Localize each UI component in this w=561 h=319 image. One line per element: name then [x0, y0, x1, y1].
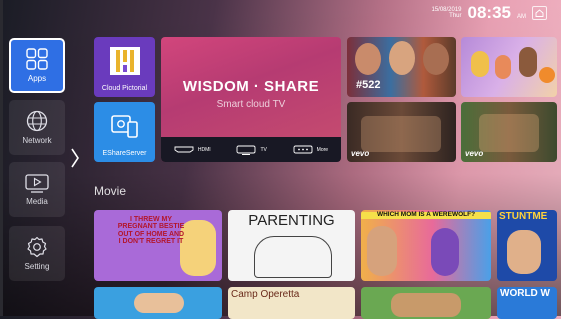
featured-video-thumbnail[interactable]: [461, 37, 557, 97]
source-tv-button[interactable]: TV: [236, 145, 267, 155]
source-label: TV: [260, 146, 267, 153]
sidebar-item-media[interactable]: Media: [9, 162, 65, 217]
vevo-logo: vevo: [351, 149, 370, 158]
thumbnail-character: [495, 55, 511, 79]
sidebar-item-label: Network: [22, 136, 52, 145]
thumbnail-scene: [391, 293, 461, 317]
thumbnail-face: [389, 41, 415, 75]
source-more-button[interactable]: More: [293, 145, 328, 154]
source-label: HDMI: [197, 146, 211, 153]
chevron-right-icon[interactable]: [70, 147, 80, 169]
date-block: 15/08/2019 Thur: [431, 7, 461, 19]
sidebar-item-label: Setting: [24, 262, 50, 271]
movie-tile[interactable]: [361, 287, 491, 319]
home-icon: [535, 8, 544, 17]
thumbnail-character: [431, 228, 459, 276]
clock-time: 08:35: [467, 3, 511, 22]
more-icon: [293, 145, 313, 154]
movie-tile[interactable]: STUNTME: [497, 210, 557, 281]
sidebar-item-apps[interactable]: Apps: [9, 38, 65, 93]
tv-icon: [237, 145, 256, 155]
thumbnail-face: [423, 43, 449, 75]
thumbnail-face: [355, 43, 381, 75]
input-source-bar: HDMI TV More: [161, 137, 341, 162]
home-button[interactable]: [532, 5, 547, 20]
banner-subtitle: Smart cloud TV: [216, 99, 286, 110]
app-tile-label: Cloud Pictorial: [101, 85, 148, 92]
section-title-movie: Movie: [94, 184, 127, 198]
movie-title-text: STUNTME: [499, 211, 548, 222]
gear-icon: [27, 236, 47, 258]
movie-tile[interactable]: Camp Operetta: [228, 287, 355, 319]
thumbnail-person: [367, 226, 397, 276]
banner-title: WISDOM · SHARE: [182, 78, 320, 95]
movie-title-text: I THREW MY PREGNANT BESTIE OUT OF HOME A…: [117, 216, 185, 246]
movie-tile[interactable]: I THREW MY PREGNANT BESTIE OUT OF HOME A…: [94, 210, 222, 281]
movie-tile[interactable]: WHICH MOM IS A WEREWOLF?: [361, 210, 491, 281]
movie-title-text: WORLD W: [500, 288, 550, 299]
thumbnail-character: [519, 47, 537, 77]
thumbnail-character: [471, 51, 489, 77]
app-tile-eshareserver[interactable]: EShareServer: [94, 102, 155, 162]
movie-title-text: WHICH MOM IS A WEREWOLF?: [361, 211, 491, 219]
cloud-pictorial-icon: [110, 47, 140, 75]
featured-video-thumbnail[interactable]: #522: [347, 37, 456, 97]
sidebar-item-network[interactable]: Network: [9, 100, 65, 155]
thumbnail-person: [507, 230, 541, 274]
status-bar: 15/08/2019 Thur 08:35 AM: [431, 4, 547, 21]
movie-title-text: PARENTING: [248, 212, 335, 229]
thumbnail-sketch: [254, 236, 332, 278]
app-tile-label: EShareServer: [102, 150, 147, 157]
thumbnail-crowd: [361, 116, 441, 152]
screen-bezel: [0, 0, 3, 316]
vevo-logo: vevo: [465, 149, 484, 158]
sidebar-item-label: Apps: [27, 74, 47, 83]
movie-tile[interactable]: [94, 287, 222, 319]
source-hdmi-button[interactable]: HDMI: [174, 146, 211, 153]
movie-tile[interactable]: PARENTING: [228, 210, 355, 281]
eshare-icon: [111, 115, 138, 138]
apps-grid-icon: [26, 48, 48, 70]
sidebar-item-label: Media: [26, 197, 48, 206]
movie-tile[interactable]: WORLD W: [497, 287, 557, 319]
sidebar-item-setting[interactable]: Setting: [9, 226, 65, 281]
episode-badge: #522: [356, 79, 381, 91]
app-tile-cloud-pictorial[interactable]: Cloud Pictorial: [94, 37, 155, 97]
source-label: More: [316, 146, 329, 153]
featured-video-thumbnail[interactable]: vevo: [461, 102, 557, 162]
clock-ampm: AM: [517, 14, 526, 20]
day-text: Thur: [449, 12, 462, 19]
hdmi-icon: [174, 146, 194, 153]
media-play-icon: [25, 174, 49, 193]
globe-icon: [26, 110, 48, 132]
featured-banner[interactable]: WISDOM · SHARE Smart cloud TV HDMI TV Mo…: [161, 37, 341, 162]
thumbnail-crowd: [479, 114, 539, 152]
thumbnail-badge-icon: [539, 67, 555, 83]
thumbnail-character: [134, 293, 184, 313]
featured-video-thumbnail[interactable]: vevo: [347, 102, 456, 162]
movie-title-text: Camp Operetta: [231, 289, 300, 300]
